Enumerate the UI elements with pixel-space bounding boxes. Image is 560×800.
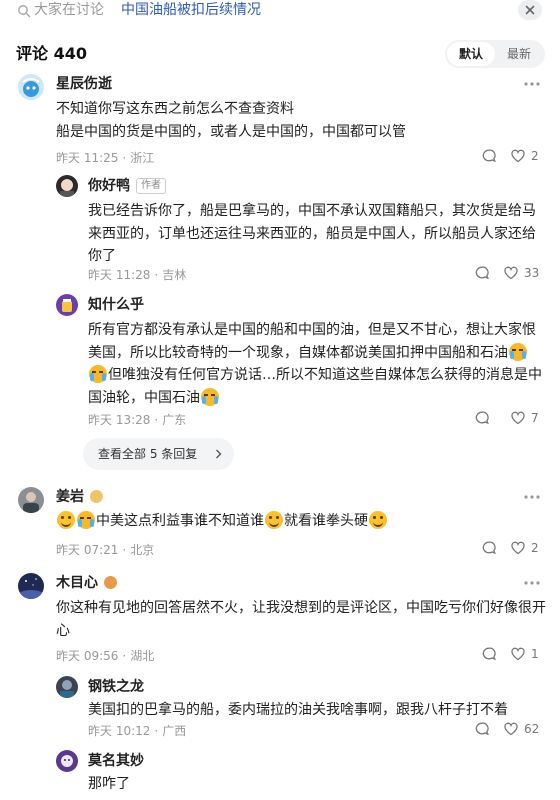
reply-icon[interactable] xyxy=(481,646,497,662)
like-count: 62 xyxy=(524,722,540,736)
reply-icon[interactable] xyxy=(474,721,490,737)
comments-count: 440 xyxy=(53,44,87,63)
heart-icon xyxy=(511,411,525,425)
heart-icon xyxy=(511,149,525,163)
search-hint: 大家在讨论 xyxy=(34,2,104,18)
reply-item: 莫名其妙 那咋了 xyxy=(0,749,560,800)
reply-meta: 昨天 13:28 · 广东 xyxy=(88,413,187,427)
cry-emoji-icon xyxy=(201,387,219,406)
reply-icon[interactable] xyxy=(474,265,490,281)
like-count: 7 xyxy=(531,411,539,425)
reply-meta: 昨天 10:12 · 广西 xyxy=(88,724,187,738)
level-badge-icon xyxy=(90,490,103,503)
username[interactable]: 星辰伤逝 xyxy=(56,74,112,94)
more-icon[interactable] xyxy=(523,493,541,501)
username[interactable]: 知什么乎 xyxy=(88,295,144,315)
reply-text: 我已经告诉你了，船是巴拿马的，中国不承认双国籍船只，其次货是给马来西亚的，订单也… xyxy=(88,203,536,264)
username[interactable]: 姜岩 xyxy=(56,487,103,507)
heart-icon xyxy=(504,722,518,736)
search-topic-link[interactable]: 中国油船被扣后续情况 xyxy=(121,1,261,19)
like-count: 2 xyxy=(531,149,539,163)
comment-meta: 昨天 09:56 · 湖北 xyxy=(56,649,155,663)
avatar[interactable] xyxy=(56,750,78,772)
comment-text: 你这种有见地的回答居然不火，让我没想到的是评论区，中国吃亏你们好像很开心 xyxy=(56,600,546,639)
reply-item: 你好鸭 作者 我已经告诉你了，船是巴拿马的，中国不承认双国籍船只，其次货是给马来西… xyxy=(0,174,560,284)
like-button[interactable]: 2 xyxy=(510,148,542,164)
search-bar[interactable]: 大家在讨论 中国油船被扣后续情况 xyxy=(0,0,560,22)
username[interactable]: 莫名其妙 xyxy=(88,751,144,771)
close-button[interactable] xyxy=(518,0,542,20)
comment-item: 姜岩 中美这点利益事谁不知道谁 就看谁拳头硬 昨天 07:21 · 北京 2 xyxy=(0,485,560,559)
level-badge-icon xyxy=(104,576,117,589)
username[interactable]: 钢铁之龙 xyxy=(88,677,144,697)
like-count: 33 xyxy=(524,266,540,280)
reply-meta: 昨天 11:28 · 吉林 xyxy=(88,268,187,282)
reply-text: 那咋了 xyxy=(88,776,130,792)
smile-emoji-icon xyxy=(265,511,283,529)
more-icon[interactable] xyxy=(523,80,541,88)
comment-meta: 昨天 11:25 · 浙江 xyxy=(56,151,155,165)
avatar[interactable] xyxy=(18,573,44,599)
like-button[interactable]: 62 xyxy=(503,721,543,737)
like-button[interactable]: 33 xyxy=(503,265,543,281)
comment-meta: 昨天 07:21 · 北京 xyxy=(56,543,155,557)
comments-header: 评论 440 默认 最新 xyxy=(0,40,560,68)
like-button[interactable]: 7 xyxy=(510,410,542,426)
close-icon xyxy=(525,5,535,15)
like-button[interactable]: 1 xyxy=(510,646,542,662)
smile-emoji-icon xyxy=(57,511,75,529)
author-badge: 作者 xyxy=(136,178,166,194)
smile-emoji-icon xyxy=(369,511,387,529)
reply-icon[interactable] xyxy=(481,540,497,556)
reply-text: 所有官方都没有承认是中国的船和中国的油，但是又不甘心，想让大家恨美国，所以比较奇… xyxy=(88,322,542,406)
like-button[interactable]: 2 xyxy=(510,540,542,556)
reply-text: 美国扣的巴拿马的船，委内瑞拉的油关我啥事啊，跟我八杆子打不着 xyxy=(88,702,508,718)
view-all-replies-button[interactable]: 查看全部 5 条回复 xyxy=(83,438,234,470)
username[interactable]: 木目心 xyxy=(56,573,117,593)
reply-icon[interactable] xyxy=(474,410,490,426)
like-count: 2 xyxy=(531,541,539,555)
reply-icon[interactable] xyxy=(481,148,497,164)
more-icon[interactable] xyxy=(523,579,541,587)
comment-text: 中美这点利益事谁不知道谁 就看谁拳头硬 xyxy=(56,510,536,533)
reply-item: 知什么乎 所有官方都没有承认是中国的船和中国的油，但是又不甘心，想让大家恨美国，… xyxy=(0,293,560,433)
cry-emoji-icon xyxy=(509,342,527,361)
avatar[interactable] xyxy=(56,175,78,197)
heart-icon xyxy=(511,647,525,661)
sort-latest-button[interactable]: 最新 xyxy=(495,42,543,66)
sort-default-button[interactable]: 默认 xyxy=(447,42,495,66)
avatar[interactable] xyxy=(56,294,78,316)
cry-emoji-icon xyxy=(77,511,95,529)
heart-icon xyxy=(504,266,518,280)
comment-text: 不知道你写这东西之前怎么不查查资料 船是中国的货是中国的，或者人是中国的，中国都… xyxy=(56,101,406,140)
search-icon xyxy=(18,5,31,18)
comment-item: 木目心 你这种有见地的回答居然不火，让我没想到的是评论区，中国吃亏你们好像很开心… xyxy=(0,571,560,667)
comments-title: 评论 440 xyxy=(16,44,87,63)
reply-item: 钢铁之龙 美国扣的巴拿马的船，委内瑞拉的油关我啥事啊，跟我八杆子打不着 昨天 1… xyxy=(0,675,560,741)
avatar[interactable] xyxy=(56,676,78,698)
comment-item: 星辰伤逝 不知道你写这东西之前怎么不查查资料 船是中国的货是中国的，或者人是中国… xyxy=(0,72,560,170)
username[interactable]: 你好鸭 作者 xyxy=(88,176,166,196)
cry-emoji-icon xyxy=(89,365,107,383)
heart-icon xyxy=(511,541,525,555)
chevron-right-icon xyxy=(216,449,222,459)
avatar[interactable] xyxy=(18,74,44,100)
like-count: 1 xyxy=(531,647,539,661)
avatar[interactable] xyxy=(18,487,44,513)
sort-toggle: 默认 最新 xyxy=(445,40,545,68)
